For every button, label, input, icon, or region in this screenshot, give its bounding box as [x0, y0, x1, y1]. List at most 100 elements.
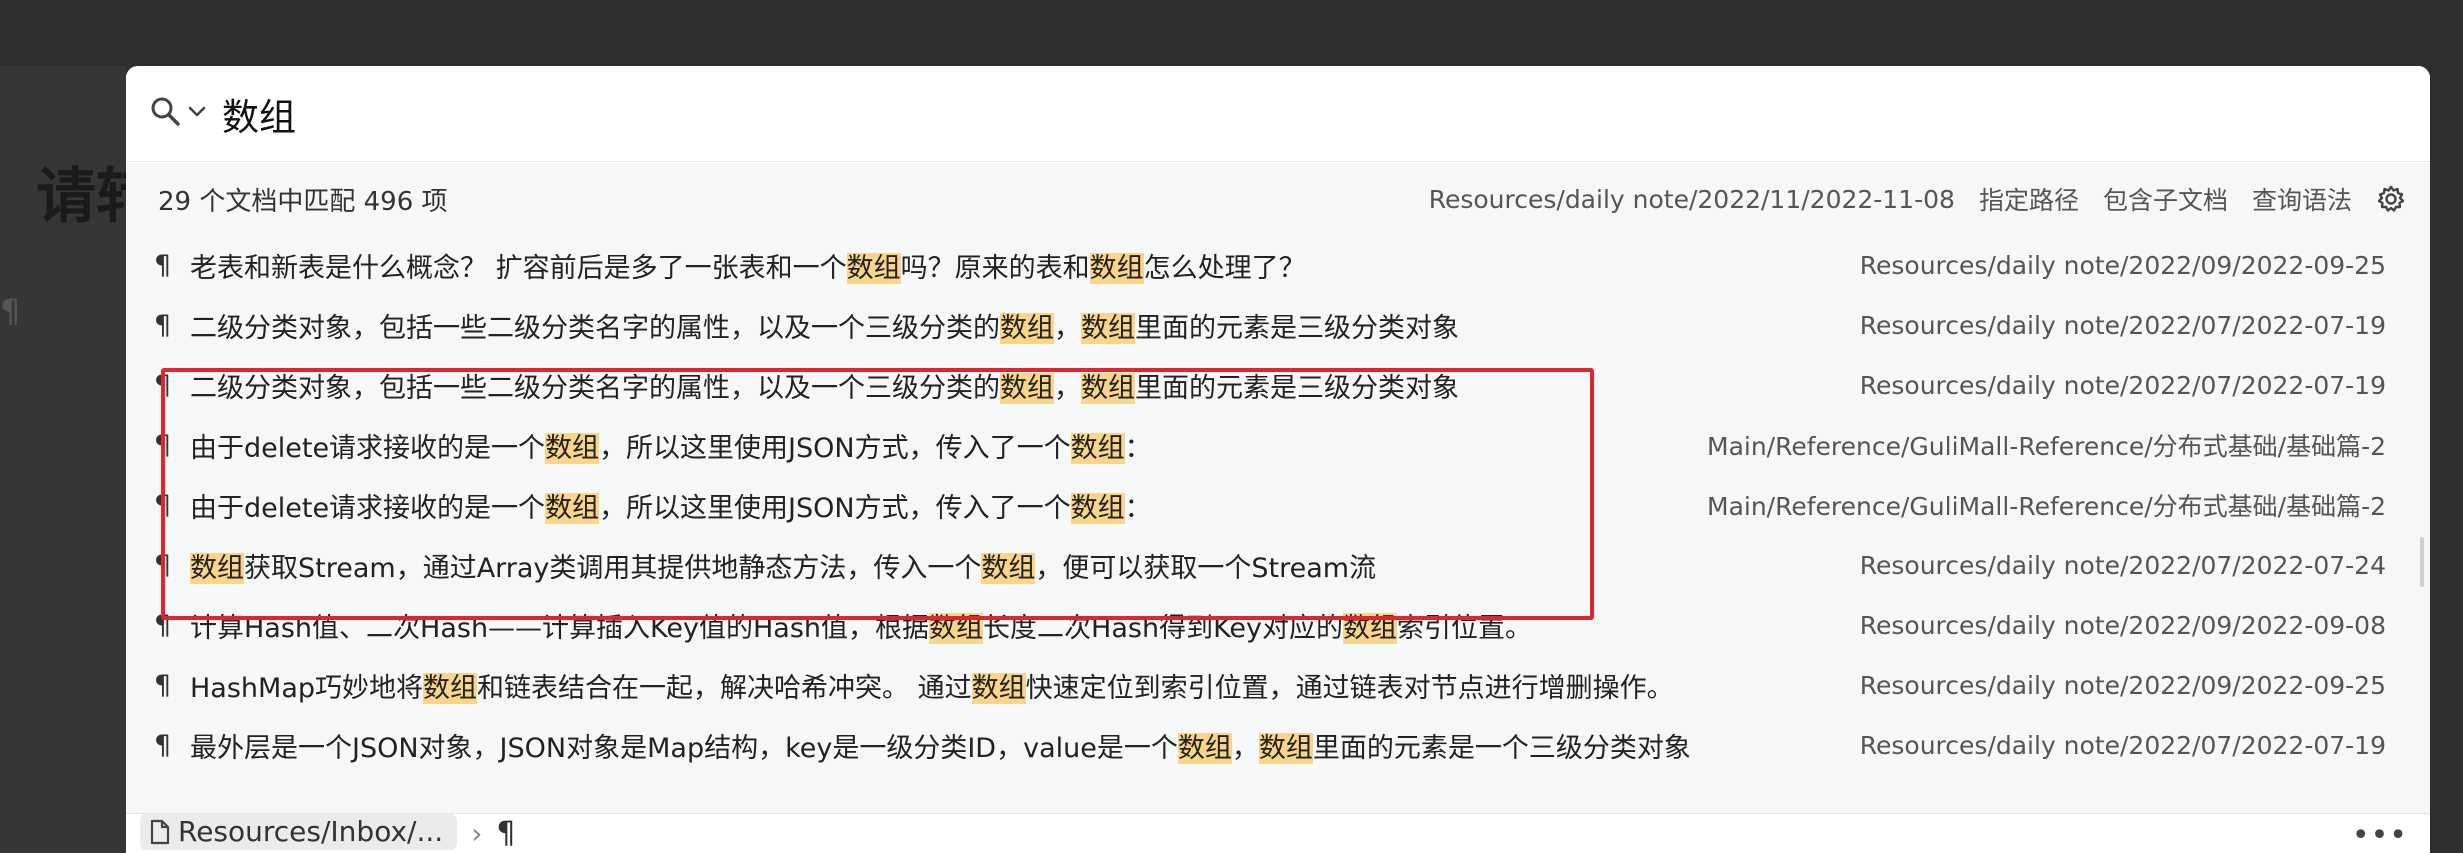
result-path: Resources/daily note/2022/09/2022-09-25 [1859, 670, 2386, 700]
result-text: 数组获取Stream，通过Array类调用其提供地静态方法，传入一个数组，便可以… [190, 546, 1840, 585]
match-highlight: 数组 [971, 672, 1026, 704]
search-bar [126, 66, 2430, 162]
scrollbar-thumb[interactable] [2420, 537, 2424, 587]
result-text: 二级分类对象，包括一些二级分类名字的属性，以及一个三级分类的数组，数组里面的元素… [190, 306, 1840, 345]
result-path: Resources/daily note/2022/07/2022-07-19 [1859, 730, 2386, 760]
match-highlight: 数组 [545, 432, 600, 464]
result-text-segment: 里面的元素是三级分类对象 [1135, 312, 1459, 344]
search-mode-toggle[interactable] [148, 94, 208, 134]
result-text-segment: 二级分类对象，包括一些二级分类名字的属性，以及一个三级分类的 [190, 312, 1000, 344]
include-subdocs-button[interactable]: 包含子文档 [2103, 181, 2228, 217]
match-highlight: 数组 [1258, 732, 1313, 764]
search-icon [148, 94, 184, 134]
result-text-segment: 里面的元素是一个三级分类对象 [1312, 732, 1691, 764]
result-text: 由于delete请求接收的是一个数组，所以这里使用JSON方式，传入了一个数组： [190, 486, 1687, 525]
pilcrow-icon: ¶ [154, 309, 172, 341]
result-text-segment: ， [1231, 732, 1259, 764]
current-path: Resources/daily note/2022/11/2022-11-08 [1428, 184, 1955, 214]
result-text-segment: 吗？原来的表和 [900, 252, 1090, 284]
result-text-segment: 怎么处理了？ [1143, 252, 1306, 284]
result-text: 计算Hash值、二次Hash——计算插入Key值的Hash值，根据数组长度二次H… [190, 606, 1840, 645]
result-text-segment: 快速定位到索引位置，通过链表对节点进行增删操作。 [1025, 672, 1674, 704]
match-highlight: 数组 [1081, 312, 1135, 344]
search-dialog: 29 个文档中匹配 496 项 Resources/daily note/202… [126, 66, 2430, 853]
result-text-segment: 长度二次Hash得到Key对应的 [983, 612, 1344, 644]
file-icon [150, 819, 170, 845]
match-highlight: 数组 [1070, 492, 1125, 524]
result-text-segment: ，所以这里使用JSON方式，传入了一个 [599, 432, 1071, 464]
result-text-segment: 老表和新表是什么概念？ 扩容前后是多了一张表和一个 [190, 252, 847, 284]
result-list: ¶ 老表和新表是什么概念？ 扩容前后是多了一张表和一个数组吗？原来的表和数组怎么处… [126, 235, 2430, 813]
result-row[interactable]: ¶ 由于delete请求接收的是一个数组，所以这里使用JSON方式，传入了一个数组… [126, 475, 2430, 535]
pilcrow-icon: ¶ [154, 429, 172, 461]
result-row[interactable]: ¶ HashMap巧妙地将数组和链表结合在一起，解决哈希冲突。 通过数组快速定位到… [126, 655, 2430, 715]
result-text: 由于delete请求接收的是一个数组，所以这里使用JSON方式，传入了一个数组： [190, 426, 1687, 465]
result-text-segment: ，所以这里使用JSON方式，传入了一个 [599, 492, 1071, 524]
match-highlight: 数组 [981, 552, 1036, 584]
more-options-icon[interactable]: ••• [2352, 818, 2408, 853]
result-row[interactable]: ¶ 数组获取Stream，通过Array类调用其提供地静态方法，传入一个数组，便可… [126, 535, 2430, 595]
result-path: Resources/daily note/2022/09/2022-09-08 [1859, 610, 2386, 640]
match-highlight: 数组 [423, 672, 478, 704]
result-text-segment: ， [1054, 372, 1081, 404]
result-text: 老表和新表是什么概念？ 扩容前后是多了一张表和一个数组吗？原来的表和数组怎么处理… [190, 246, 1840, 285]
result-text-segment: 获取Stream，通过Array类调用其提供地静态方法，传入一个 [244, 552, 982, 584]
breadcrumb-label: Resources/Inbox/... [178, 815, 444, 848]
match-highlight: 数组 [1177, 732, 1232, 764]
result-text-segment: 里面的元素是三级分类对象 [1135, 372, 1459, 404]
match-highlight: 数组 [1000, 312, 1054, 344]
match-highlight: 数组 [929, 612, 984, 644]
result-text: 最外层是一个JSON对象，JSON对象是Map结构，key是一级分类ID，val… [190, 726, 1840, 765]
pilcrow-icon: ¶ [154, 609, 172, 641]
result-text-segment: ， [1054, 312, 1081, 344]
result-row[interactable]: ¶ 老表和新表是什么概念？ 扩容前后是多了一张表和一个数组吗？原来的表和数组怎么处… [126, 235, 2430, 295]
result-path: Resources/daily note/2022/07/2022-07-19 [1859, 370, 2386, 400]
result-row[interactable]: ¶ 二级分类对象，包括一些二级分类名字的属性，以及一个三级分类的数组，数组里面的元… [126, 355, 2430, 415]
result-path: Resources/daily note/2022/07/2022-07-24 [1859, 550, 2386, 580]
result-row[interactable]: ¶ 最外层是一个JSON对象，JSON对象是Map结构，key是一级分类ID，va… [126, 715, 2430, 775]
search-input[interactable] [222, 92, 2022, 135]
result-text-segment: HashMap巧妙地将 [190, 672, 424, 704]
pilcrow-icon: ¶ [154, 489, 172, 521]
results-summary: 29 个文档中匹配 496 项 Resources/daily note/202… [126, 163, 2430, 235]
block-type-pilcrow: ¶ [496, 816, 516, 851]
result-text-segment: ： [1124, 432, 1152, 464]
result-path: Main/Reference/GuliMall-Reference/分布式基础/… [1707, 492, 2386, 521]
match-highlight: 数组 [545, 492, 600, 524]
match-highlight: 数组 [1089, 252, 1144, 284]
chevron-right-icon: › [471, 817, 483, 850]
match-highlight: 数组 [190, 552, 244, 584]
result-text-segment: 二级分类对象，包括一些二级分类名字的属性，以及一个三级分类的 [190, 372, 1000, 404]
result-text: 二级分类对象，包括一些二级分类名字的属性，以及一个三级分类的数组，数组里面的元素… [190, 366, 1840, 405]
gear-icon[interactable] [2376, 184, 2406, 214]
result-text-segment: 最外层是一个JSON对象，JSON对象是Map结构，key是一级分类ID，val… [190, 732, 1178, 764]
result-text-segment: ： [1124, 492, 1152, 524]
match-highlight: 数组 [1070, 432, 1125, 464]
background-pilcrow: ¶ [0, 292, 21, 330]
pilcrow-icon: ¶ [154, 369, 172, 401]
breadcrumb[interactable]: Resources/Inbox/... [140, 813, 458, 850]
result-text-segment: 由于delete请求接收的是一个 [190, 492, 546, 524]
result-path: Main/Reference/GuliMall-Reference/分布式基础/… [1707, 432, 2386, 461]
match-highlight: 数组 [1343, 612, 1398, 644]
chevron-down-icon [186, 101, 208, 127]
result-row[interactable]: ¶ 计算Hash值、二次Hash——计算插入Key值的Hash值，根据数组长度二次… [126, 595, 2430, 655]
specify-path-button[interactable]: 指定路径 [1979, 181, 2079, 217]
pilcrow-icon: ¶ [154, 549, 172, 581]
footer-bar: Resources/Inbox/... › ¶ ••• [126, 813, 2430, 853]
result-text: HashMap巧妙地将数组和链表结合在一起，解决哈希冲突。 通过数组快速定位到索… [190, 666, 1840, 705]
result-text-segment: ，便可以获取一个Stream流 [1035, 552, 1377, 584]
result-row[interactable]: ¶ 由于delete请求接收的是一个数组，所以这里使用JSON方式，传入了一个数组… [126, 415, 2430, 475]
match-count: 29 个文档中匹配 496 项 [158, 186, 448, 217]
match-highlight: 数组 [846, 252, 901, 284]
match-highlight: 数组 [1000, 372, 1054, 404]
result-text-segment: 由于delete请求接收的是一个 [190, 432, 546, 464]
result-row[interactable]: ¶ 二级分类对象，包括一些二级分类名字的属性，以及一个三级分类的数组，数组里面的元… [126, 295, 2430, 355]
result-text-segment: 和链表结合在一起，解决哈希冲突。 通过 [477, 672, 972, 704]
result-path: Resources/daily note/2022/09/2022-09-25 [1859, 250, 2386, 280]
results-panel: 29 个文档中匹配 496 项 Resources/daily note/202… [126, 163, 2430, 813]
pilcrow-icon: ¶ [154, 249, 172, 281]
search-options: Resources/daily note/2022/11/2022-11-08 … [1429, 181, 2406, 217]
pilcrow-icon: ¶ [154, 669, 172, 701]
query-syntax-button[interactable]: 查询语法 [2252, 181, 2352, 217]
